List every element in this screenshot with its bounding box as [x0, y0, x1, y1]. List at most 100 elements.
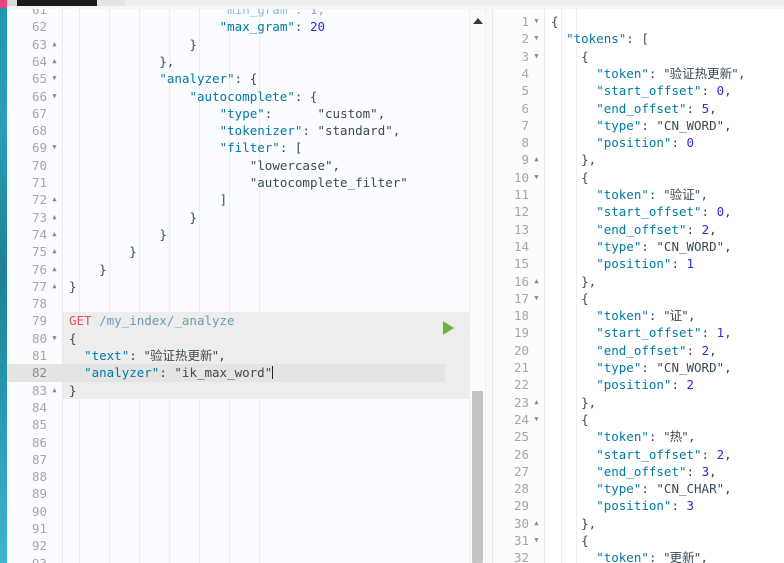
top-strip — [7, 0, 784, 9]
code-fold-toggle[interactable]: ▲ — [532, 515, 541, 532]
code-fold-toggle[interactable]: ▲ — [50, 226, 59, 243]
code-line[interactable]: "end_offset": 2, — [551, 221, 716, 238]
code-line[interactable]: "min_gram": 1, — [69, 9, 325, 18]
code-fold-toggle[interactable]: ▼ — [50, 139, 59, 156]
code-line[interactable]: "lowercase", — [69, 157, 340, 174]
console-app: 61 "min_gram": 1, 62 "max_gram": 20 63 ▲ } 6… — [0, 0, 784, 563]
line-number: 6 — [521, 100, 529, 116]
code-fold-toggle[interactable]: ▲ — [50, 243, 59, 260]
code-line[interactable]: "token": "验证热更新", — [551, 65, 745, 82]
code-line[interactable]: "max_gram": 20 — [69, 18, 325, 35]
code-fold-toggle[interactable]: ▼ — [532, 532, 541, 549]
code-line[interactable]: "tokenizer": "standard", — [69, 122, 401, 139]
line-number: 64 — [31, 53, 47, 69]
code-line[interactable]: "end_offset": 2, — [551, 342, 716, 359]
code-line[interactable]: "type": "CN_WORD", — [551, 238, 731, 255]
text-cursor — [272, 366, 274, 380]
panel-divider[interactable] — [485, 9, 493, 563]
code-line[interactable]: "start_offset": 2, — [551, 446, 731, 463]
code-line[interactable]: "analyzer": "ik_max_word" — [69, 364, 274, 381]
code-line[interactable]: }, — [551, 394, 596, 411]
code-line[interactable]: "token": "热", — [551, 428, 695, 445]
line-number: 84 — [31, 399, 47, 415]
code-line[interactable]: { — [69, 330, 77, 347]
code-line[interactable]: ] — [69, 191, 228, 208]
code-line[interactable]: "start_offset": 0, — [551, 203, 731, 220]
code-line[interactable]: "end_offset": 3, — [551, 463, 716, 480]
left-vertical-scrollbar[interactable] — [469, 9, 485, 563]
code-fold-toggle[interactable]: ▼ — [532, 48, 541, 65]
line-number: 32 — [513, 550, 529, 563]
code-line[interactable]: } — [69, 226, 167, 243]
code-line[interactable]: } — [69, 278, 77, 295]
line-number: 92 — [31, 538, 47, 554]
code-line[interactable]: "token": "验证", — [551, 186, 708, 203]
run-request-button[interactable] — [443, 321, 454, 335]
code-line[interactable]: "position": 1 — [551, 255, 694, 272]
code-line[interactable]: "autocomplete": { — [69, 88, 318, 105]
code-fold-toggle[interactable]: ▲ — [50, 382, 59, 399]
code-line[interactable]: "type": "CN_WORD", — [551, 117, 731, 134]
code-fold-toggle[interactable]: ▲ — [50, 53, 59, 70]
code-line[interactable]: { — [551, 411, 589, 428]
code-line[interactable]: "end_offset": 5, — [551, 100, 716, 117]
code-fold-toggle[interactable]: ▲ — [50, 191, 59, 208]
line-number: 4 — [521, 65, 529, 81]
line-number: 67 — [31, 105, 47, 121]
code-line[interactable]: { — [551, 532, 589, 549]
code-line[interactable]: }, — [551, 151, 596, 168]
code-line[interactable]: { — [551, 290, 589, 307]
code-line[interactable]: "autocomplete_filter" — [69, 174, 408, 191]
line-number: 75 — [31, 244, 47, 260]
code-fold-toggle[interactable]: ▼ — [532, 13, 541, 30]
code-fold-toggle[interactable]: ▼ — [50, 330, 59, 347]
code-line[interactable]: } — [69, 243, 137, 260]
code-line[interactable]: }, — [551, 273, 596, 290]
code-line[interactable]: "position": 3 — [551, 497, 694, 514]
code-fold-toggle[interactable]: ▲ — [532, 394, 541, 411]
left-scrollbar-thumb[interactable] — [472, 391, 483, 563]
code-line[interactable]: }, — [551, 515, 596, 532]
code-fold-toggle[interactable]: ▲ — [50, 36, 59, 53]
code-fold-toggle[interactable]: ▼ — [532, 290, 541, 307]
scroll-up-arrow-icon[interactable] — [473, 18, 483, 24]
code-line[interactable]: "type": "custom", — [69, 105, 386, 122]
code-fold-toggle[interactable]: ▲ — [532, 151, 541, 168]
code-line[interactable]: "text": "验证热更新", — [69, 347, 226, 364]
code-line[interactable]: } — [69, 209, 198, 226]
code-line[interactable]: GET /my_index/_analyze — [69, 312, 235, 329]
code-line[interactable]: "analyzer": { — [69, 70, 257, 87]
code-fold-toggle[interactable]: ▼ — [532, 169, 541, 186]
code-line[interactable]: { — [551, 13, 559, 30]
code-line[interactable]: "start_offset": 0, — [551, 82, 731, 99]
code-line[interactable]: } — [69, 382, 77, 399]
code-line[interactable]: "type": "CN_CHAR", — [551, 480, 731, 497]
top-strip-active-indicator[interactable] — [17, 0, 97, 6]
code-line[interactable]: }, — [69, 53, 174, 70]
code-line[interactable]: "position": 0 — [551, 134, 694, 151]
code-line[interactable]: "position": 2 — [551, 376, 694, 393]
code-line[interactable]: { — [551, 48, 589, 65]
code-line[interactable]: "token": "更新", — [551, 549, 708, 563]
code-fold-toggle[interactable]: ▼ — [50, 88, 59, 105]
code-line[interactable]: "filter": [ — [69, 139, 303, 156]
code-fold-toggle[interactable]: ▲ — [50, 261, 59, 278]
code-line[interactable]: "start_offset": 1, — [551, 324, 731, 341]
code-line[interactable]: { — [551, 169, 589, 186]
request-editor-panel[interactable]: 61 "min_gram": 1, 62 "max_gram": 20 63 ▲ } 6… — [7, 9, 485, 563]
code-fold-toggle[interactable]: ▲ — [50, 209, 59, 226]
code-fold-toggle[interactable]: ▲ — [50, 278, 59, 295]
code-fold-toggle[interactable]: ▼ — [50, 70, 59, 87]
rail-pink-marker — [0, 0, 7, 8]
code-line[interactable]: } — [69, 261, 107, 278]
code-fold-toggle[interactable]: ▲ — [532, 273, 541, 290]
line-number: 15 — [513, 256, 529, 272]
code-line[interactable]: "tokens": [ — [551, 30, 649, 47]
code-line[interactable]: "token": "证", — [551, 307, 695, 324]
code-fold-toggle[interactable]: ▼ — [532, 411, 541, 428]
line-number: 26 — [513, 446, 529, 462]
code-fold-toggle[interactable]: ▼ — [532, 30, 541, 47]
response-viewer-panel[interactable]: 1 ▼{2 ▼ "tokens": [3 ▼ {4 "token": "验证热更新",… — [493, 9, 784, 563]
code-line[interactable]: } — [69, 36, 198, 53]
code-line[interactable]: "type": "CN_WORD", — [551, 359, 731, 376]
